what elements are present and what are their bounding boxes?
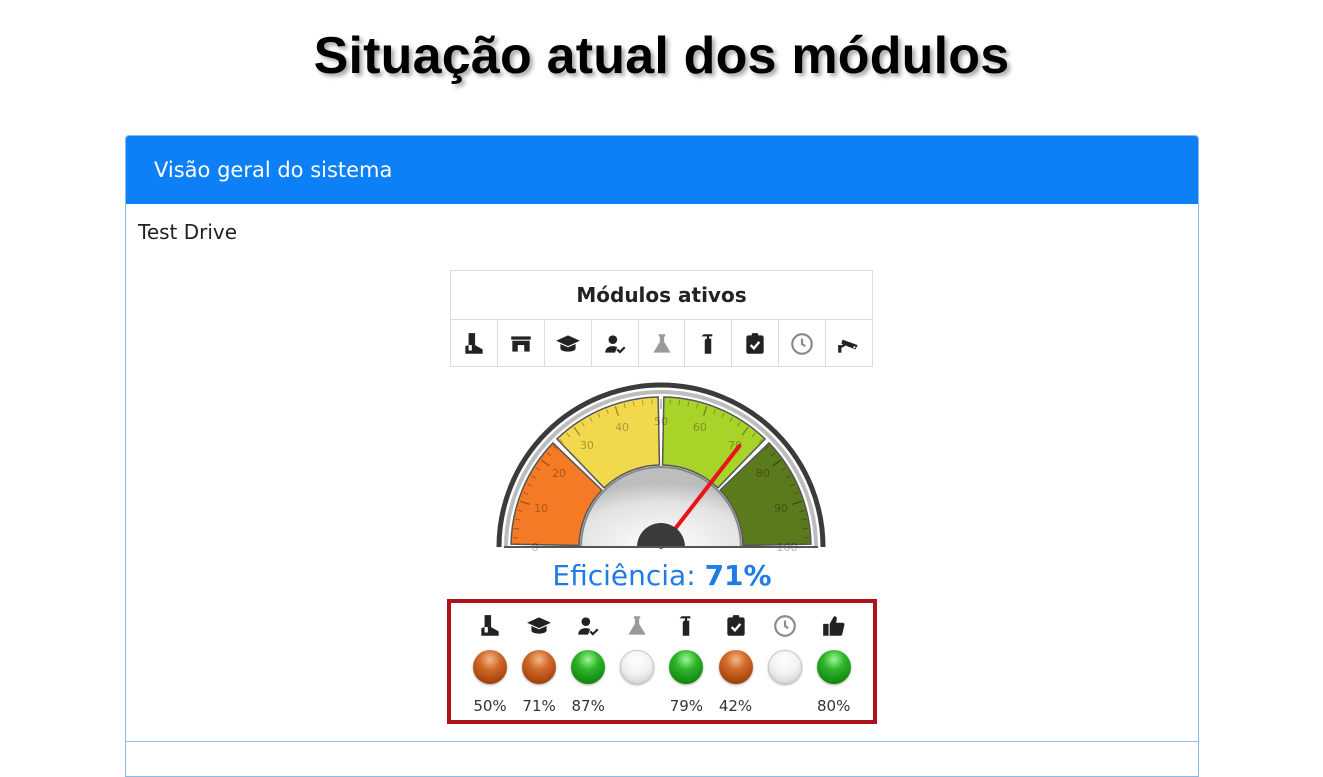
status-percent: 71% <box>515 697 563 715</box>
module-cell-user-check[interactable] <box>592 320 639 367</box>
boot-icon <box>461 331 487 357</box>
module-cell-graduation[interactable] <box>545 320 592 367</box>
status-indicator-orange <box>522 650 556 684</box>
active-modules-icons-row <box>451 320 872 367</box>
module-cell-camera[interactable] <box>826 320 872 367</box>
status-indicator-empty <box>620 650 654 684</box>
card-header-title: Visão geral do sistema <box>154 158 392 182</box>
flask-icon <box>624 613 650 644</box>
module-status-item[interactable]: 79% <box>662 603 710 720</box>
gauge-tick-label: 80 <box>756 467 770 480</box>
slide-title: Situação atual dos módulos <box>0 26 1323 86</box>
module-cell-store[interactable] <box>498 320 545 367</box>
module-status-item[interactable]: 50% <box>466 603 514 720</box>
status-percent: 79% <box>662 697 710 715</box>
user-check-icon <box>575 613 601 644</box>
gauge-tick-label: 50 <box>654 415 668 428</box>
gauge-tick-label: 20 <box>552 467 566 480</box>
module-cell-extinguisher[interactable] <box>685 320 732 367</box>
gauge-tick-label: 30 <box>580 439 594 452</box>
fire-extinguisher-icon <box>695 331 721 357</box>
module-status-item[interactable] <box>761 603 809 720</box>
module-cell-clock[interactable] <box>779 320 826 367</box>
module-cell-flask[interactable] <box>639 320 686 367</box>
user-check-icon <box>602 331 628 357</box>
efficiency-value: 71% <box>705 559 772 592</box>
clock-icon <box>789 331 815 357</box>
module-status-item[interactable]: 42% <box>712 603 760 720</box>
fire-extinguisher-icon <box>673 613 699 644</box>
status-percent: 50% <box>466 697 514 715</box>
efficiency-gauge: 0102030405060708090100 <box>496 376 826 556</box>
gauge-tick-label: 10 <box>534 502 548 515</box>
thumbs-up-icon <box>821 613 847 644</box>
card-divider <box>126 741 1198 742</box>
status-indicator-empty <box>768 650 802 684</box>
boot-icon <box>477 613 503 644</box>
flask-icon <box>649 331 675 357</box>
status-percent: 80% <box>810 697 858 715</box>
gauge-tick-label: 60 <box>693 421 707 434</box>
module-status-item[interactable]: 87% <box>564 603 612 720</box>
active-modules-table: Módulos ativos <box>450 270 873 367</box>
gauge-tick-label: 90 <box>774 502 788 515</box>
status-indicator-green <box>669 650 703 684</box>
clipboard-check-icon <box>742 331 768 357</box>
efficiency-label: Eficiência: 71% <box>126 559 1198 592</box>
card-header: Visão geral do sistema <box>126 136 1198 204</box>
security-camera-icon <box>836 331 862 357</box>
status-indicator-orange <box>719 650 753 684</box>
gauge-tick-label: 40 <box>615 421 629 434</box>
status-percent: 42% <box>712 697 760 715</box>
status-indicator-orange <box>473 650 507 684</box>
module-status-item[interactable]: 80% <box>810 603 858 720</box>
status-indicator-green <box>817 650 851 684</box>
module-cell-boot[interactable] <box>451 320 498 367</box>
card-subtitle: Test Drive <box>138 220 237 244</box>
efficiency-text: Eficiência: <box>552 559 695 592</box>
status-percent: 87% <box>564 697 612 715</box>
graduation-cap-icon <box>555 331 581 357</box>
store-icon <box>508 331 534 357</box>
module-status-item[interactable]: 71% <box>515 603 563 720</box>
clock-icon <box>772 613 798 644</box>
module-cell-clipboard[interactable] <box>732 320 779 367</box>
module-status-panel: 50%71%87% 79%42% 80% <box>447 599 877 724</box>
graduation-cap-icon <box>526 613 552 644</box>
clipboard-check-icon <box>723 613 749 644</box>
active-modules-title: Módulos ativos <box>451 271 872 320</box>
module-status-item[interactable] <box>613 603 661 720</box>
status-indicator-green <box>571 650 605 684</box>
